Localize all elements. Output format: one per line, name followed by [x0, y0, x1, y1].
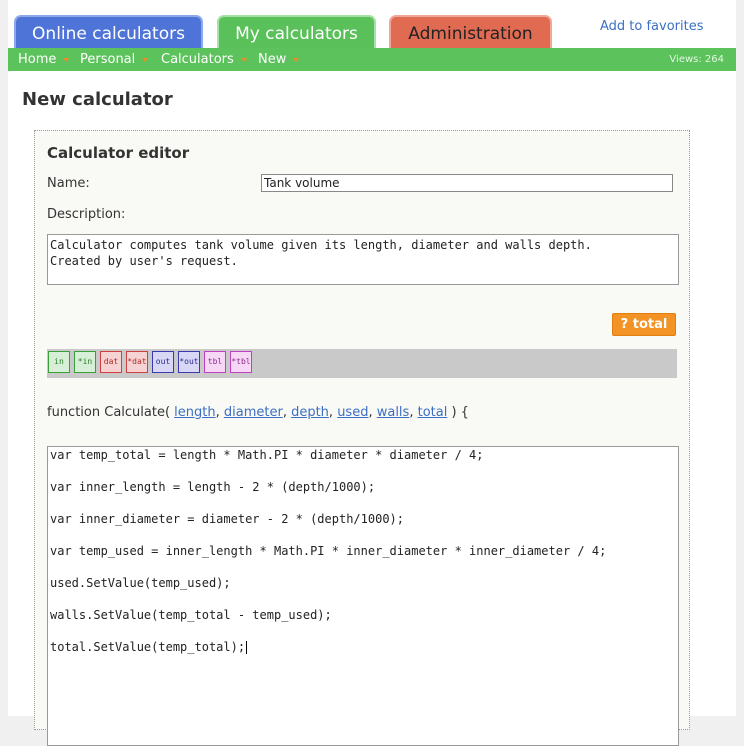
code-line: var temp_used = inner_length * Math.PI *…	[50, 544, 607, 558]
param-diameter-link[interactable]: diameter	[224, 405, 283, 420]
param-depth-link[interactable]: depth	[291, 405, 329, 420]
insert-out-button[interactable]: out	[152, 351, 174, 373]
nav-item-home[interactable]: Home	[18, 52, 70, 67]
page-title: New calculator	[22, 89, 173, 110]
dropdown-arrow-icon	[240, 57, 247, 62]
param-length-link[interactable]: length	[174, 405, 215, 420]
description-label: Description:	[47, 207, 126, 222]
insert-in-button[interactable]: in	[48, 351, 70, 373]
code-line: var temp_total = length * Math.PI * diam…	[50, 448, 484, 462]
insert-toolbar: in *in dat *dat out *out tbl *tbl	[47, 349, 677, 378]
code-line: var inner_diameter = diameter - 2 * (dep…	[50, 512, 405, 526]
nav-bar: Home Personal Calculators New Views: 264	[8, 48, 736, 71]
dropdown-arrow-icon	[142, 57, 149, 62]
insert-tbl-multi-button[interactable]: *tbl	[230, 351, 252, 373]
dropdown-arrow-icon	[293, 57, 300, 62]
name-label: Name:	[47, 176, 90, 191]
nav-item-label: Calculators	[161, 52, 234, 67]
text-caret	[246, 641, 248, 654]
code-editor[interactable]: var temp_total = length * Math.PI * diam…	[47, 446, 679, 746]
description-textarea[interactable]: Calculator computes tank volume given it…	[47, 234, 679, 285]
tab-my-calculators[interactable]: My calculators	[217, 15, 376, 48]
insert-tbl-button[interactable]: tbl	[204, 351, 226, 373]
code-line-text: total.SetValue(temp_total);	[50, 640, 246, 654]
dropdown-arrow-icon	[63, 57, 70, 62]
insert-out-multi-button[interactable]: *out	[178, 351, 200, 373]
function-suffix: ) {	[451, 405, 469, 420]
tab-online-calculators[interactable]: Online calculators	[14, 15, 203, 48]
code-line: var inner_length = length - 2 * (depth/1…	[50, 480, 376, 494]
param-used-link[interactable]: used	[337, 405, 368, 420]
add-to-favorites-link[interactable]: Add to favorites	[600, 19, 704, 34]
editor-title: Calculator editor	[47, 144, 190, 162]
nav-item-new[interactable]: New	[258, 52, 300, 67]
name-input[interactable]	[261, 174, 673, 192]
nav-item-label: Home	[18, 52, 57, 67]
function-prefix: function Calculate(	[47, 405, 171, 420]
calculator-editor: Calculator editor Name: Description: Cal…	[34, 130, 690, 746]
nav-item-label: Personal	[80, 52, 136, 67]
param-total-link[interactable]: total	[418, 405, 448, 420]
insert-in-multi-button[interactable]: *in	[74, 351, 96, 373]
insert-dat-button[interactable]: dat	[100, 351, 122, 373]
tab-administration[interactable]: Administration	[389, 15, 552, 48]
code-line: walls.SetValue(temp_total - temp_used);	[50, 608, 332, 622]
code-line-last: total.SetValue(temp_total);	[50, 640, 248, 654]
insert-dat-multi-button[interactable]: *dat	[126, 351, 148, 373]
total-button[interactable]: ? total	[612, 313, 676, 336]
function-signature: function Calculate( length, diameter, de…	[47, 405, 469, 420]
param-walls-link[interactable]: walls	[377, 405, 410, 420]
code-line: used.SetValue(temp_used);	[50, 576, 231, 590]
nav-item-calculators[interactable]: Calculators	[161, 52, 247, 67]
nav-item-personal[interactable]: Personal	[80, 52, 149, 67]
views-counter: Views: 264	[669, 54, 724, 65]
nav-item-label: New	[258, 52, 287, 67]
page: Online calculators My calculators Admini…	[8, 0, 736, 746]
